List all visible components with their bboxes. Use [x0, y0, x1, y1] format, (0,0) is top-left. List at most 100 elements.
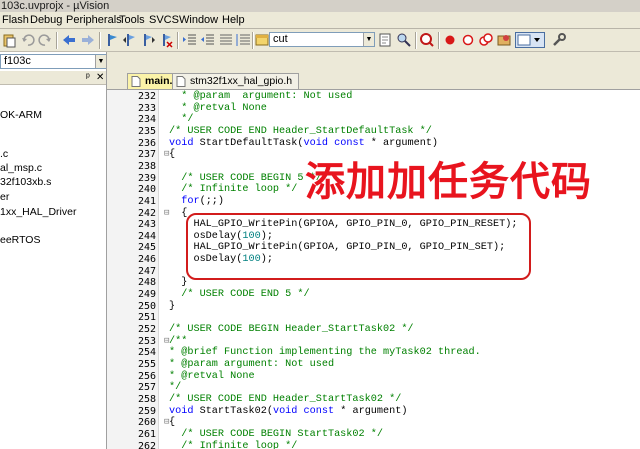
menu-peripherals[interactable]: Peripherals: [64, 13, 124, 27]
line-number: 248: [137, 277, 156, 289]
code-token: /* Infinite loop */: [169, 184, 298, 196]
target-select-value: f103c: [4, 55, 31, 67]
code-line: {: [169, 208, 187, 220]
uncomment-icon[interactable]: [236, 32, 252, 48]
breakpoint-icon[interactable]: [442, 32, 458, 48]
nav-forward-icon[interactable]: [80, 32, 96, 48]
menu-flash[interactable]: Flash: [0, 13, 31, 27]
code-line: /* Infinite loop */: [169, 441, 297, 449]
nav-back-icon[interactable]: [61, 32, 77, 48]
tab-stm32f1xx-hal-gpio-h[interactable]: stm32f1xx_hal_gpio.h: [172, 73, 300, 89]
line-number: 254: [137, 347, 156, 359]
line-number: 237: [137, 149, 156, 161]
code-line: * @param argument: Not used: [169, 91, 352, 103]
line-number: 234: [137, 114, 156, 126]
line-number: 241: [137, 195, 156, 207]
line-number: 262: [137, 440, 156, 449]
code-line: void StartDefaultTask(void const * argum…: [169, 138, 438, 150]
menu-svcs[interactable]: SVCS: [147, 13, 181, 27]
code-token: /* USER CODE END Header_StartTask02 */: [169, 393, 402, 405]
line-number: 258: [137, 393, 156, 405]
menu-tools[interactable]: Tools: [117, 13, 147, 27]
code-line: {: [169, 149, 175, 161]
code-token: const: [334, 137, 365, 149]
clear-bookmarks-icon[interactable]: [158, 32, 174, 48]
find-icon[interactable]: [396, 32, 412, 48]
code-token: /**: [169, 335, 188, 347]
disable-breakpoint-icon[interactable]: [460, 32, 476, 48]
code-line: * @param argument: Not used: [169, 359, 334, 371]
pin-icon[interactable]: ᵖ: [86, 71, 90, 84]
code-line: {: [169, 417, 175, 429]
prev-bookmark-icon[interactable]: [122, 32, 138, 48]
code-token: /* USER CODE END Header_StartDefaultTask…: [169, 125, 432, 137]
project-panel: f103c ▼ ᵖ ✕ OK-ARM .c al_msp.c 32f103xb.…: [0, 52, 107, 449]
code-line: * @retval None: [169, 103, 267, 115]
toolbar-separator: [99, 32, 100, 49]
window-layout-icon[interactable]: [515, 32, 545, 48]
menu-help[interactable]: Help: [220, 13, 247, 27]
file-icon: [131, 76, 141, 87]
code-line: /* USER CODE BEGIN Header_StartTask02 */: [169, 324, 414, 336]
code-token: }: [169, 277, 188, 289]
kill-breakpoints-icon[interactable]: [478, 32, 494, 48]
comment-icon[interactable]: [218, 32, 234, 48]
line-number: 252: [137, 324, 156, 335]
indent-icon[interactable]: [182, 32, 198, 48]
target-select[interactable]: f103c ▼: [0, 54, 106, 69]
file-tabs: main.c stm32f1xx_hal_gpio.h: [107, 72, 640, 90]
line-number: 251: [137, 312, 156, 324]
editor-header-strip: [107, 52, 640, 72]
code-token: /* USER CODE BEGIN StartTask02 */: [169, 428, 383, 440]
paste-icon[interactable]: [1, 32, 17, 48]
find-combo[interactable]: cut ▼: [269, 32, 375, 47]
code-line: */: [169, 382, 181, 394]
code-line: }: [169, 301, 175, 313]
redo-icon[interactable]: [37, 32, 53, 48]
line-number: 260: [137, 417, 156, 429]
toolbar-separator: [415, 32, 416, 49]
project-panel-header: ᵖ ✕: [0, 71, 106, 85]
toolbar-separator: [252, 32, 253, 49]
bookmark-icon[interactable]: [104, 32, 120, 48]
chevron-down-icon[interactable]: ▼: [95, 55, 106, 68]
tools-wrench-icon[interactable]: [551, 32, 567, 48]
menu-window[interactable]: Window: [177, 13, 220, 27]
tree-item[interactable]: al_msp.c: [0, 162, 42, 174]
tree-item[interactable]: 1xx_HAL_Driver: [0, 206, 76, 218]
line-number: 250: [137, 300, 156, 312]
chevron-down-icon[interactable]: ▼: [363, 33, 374, 46]
code-token: void: [169, 405, 194, 417]
menu-bar: Flash Debug Peripherals Tools SVCS Windo…: [0, 12, 640, 29]
code-token: void: [169, 137, 194, 149]
close-icon[interactable]: ✕: [96, 71, 104, 84]
tree-item[interactable]: er: [0, 191, 9, 203]
code-token: StartTask02(: [193, 405, 273, 417]
code-token: /* USER CODE BEGIN Header_StartTask02 */: [169, 324, 414, 335]
tree-item[interactable]: eeRTOS: [0, 234, 40, 246]
configure-icon[interactable]: [496, 32, 512, 48]
toolbar-separator: [438, 32, 439, 49]
line-number: 235: [137, 125, 156, 137]
tree-item[interactable]: OK-ARM: [0, 109, 42, 121]
menu-debug[interactable]: Debug: [28, 13, 64, 27]
tree-item[interactable]: .c: [0, 148, 8, 160]
line-number: 245: [137, 242, 156, 254]
code-token: {: [169, 417, 176, 429]
next-bookmark-icon[interactable]: [140, 32, 156, 48]
code-token: const: [303, 405, 335, 417]
line-number: 246: [137, 254, 156, 266]
code-line: /* USER CODE END 5 */: [169, 289, 309, 301]
unindent-icon[interactable]: [200, 32, 216, 48]
file-icon: [176, 76, 186, 87]
line-number: 243: [137, 219, 156, 231]
incremental-find-icon[interactable]: [378, 32, 394, 48]
code-token: * @retval None: [169, 102, 267, 114]
code-token: /* USER CODE BEGIN 5 */: [169, 172, 322, 184]
find-in-files-icon[interactable]: [254, 32, 270, 48]
undo-icon[interactable]: [20, 32, 36, 48]
code-line: /* USER CODE BEGIN 5 */: [169, 173, 322, 185]
tree-item[interactable]: 32f103xb.s: [0, 176, 51, 188]
debug-session-icon[interactable]: [419, 32, 435, 48]
